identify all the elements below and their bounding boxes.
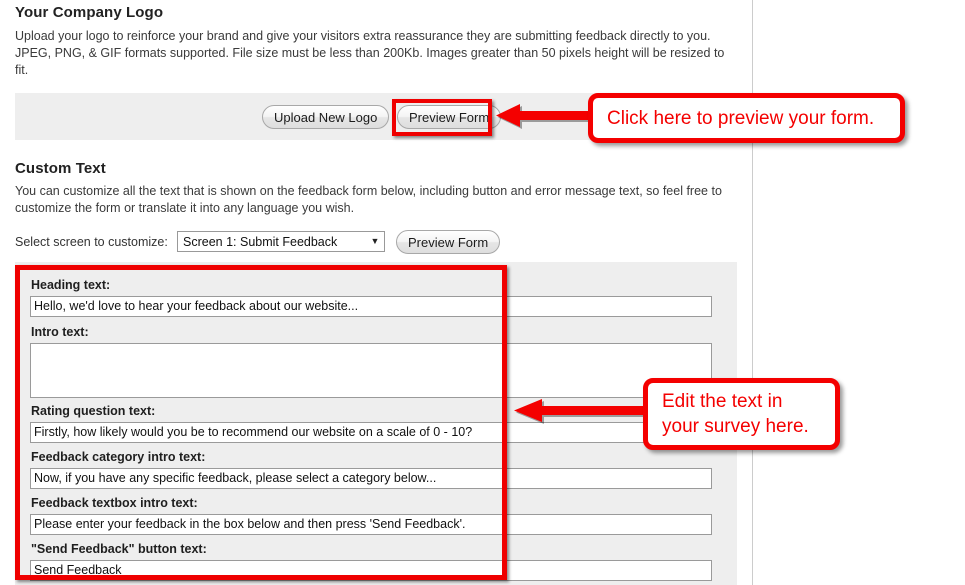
- custom-text-section-title: Custom Text: [15, 160, 106, 177]
- field-input-rating-question-text[interactable]: Firstly, how likely would you be to reco…: [30, 422, 712, 443]
- field-input-send-feedback-button-text[interactable]: Send Feedback: [30, 560, 712, 581]
- callout-preview-form: Click here to preview your form.: [588, 93, 905, 143]
- page-root: Your Company Logo Upload your logo to re…: [0, 0, 965, 585]
- upload-new-logo-button[interactable]: Upload New Logo: [262, 105, 390, 129]
- callout-preview-form-text: Click here to preview your form.: [607, 107, 875, 129]
- preview-form-button-custom-text[interactable]: Preview Form: [396, 230, 501, 254]
- callout-edit-text: Edit the text in your survey here.: [643, 378, 840, 450]
- field-label-intro-text: Intro text:: [31, 325, 89, 339]
- select-screen-label: Select screen to customize:: [15, 235, 168, 249]
- screen-select[interactable]: Screen 1: Submit Feedback ▼: [177, 231, 385, 252]
- preview-form-button-logo[interactable]: Preview Form: [397, 105, 502, 129]
- logo-section-title: Your Company Logo: [15, 4, 164, 21]
- field-label-feedback-category-intro-text: Feedback category intro text:: [31, 450, 206, 464]
- custom-text-fields-panel: Heading text: Hello, we'd love to hear y…: [15, 262, 737, 585]
- screen-select-value: Screen 1: Submit Feedback: [183, 234, 338, 249]
- field-input-feedback-category-intro-text[interactable]: Now, if you have any specific feedback, …: [30, 468, 712, 489]
- chevron-down-icon: ▼: [370, 236, 380, 246]
- field-input-feedback-textbox-intro-text[interactable]: Please enter your feedback in the box be…: [30, 514, 712, 535]
- custom-text-section-description: You can customize all the text that is s…: [15, 184, 722, 215]
- callout-edit-text-text: Edit the text in your survey here.: [662, 391, 809, 437]
- field-label-rating-question-text: Rating question text:: [31, 404, 156, 418]
- logo-section-description: Upload your logo to reinforce your brand…: [15, 29, 725, 77]
- field-input-heading-text[interactable]: Hello, we'd love to hear your feedback a…: [30, 296, 712, 317]
- field-label-feedback-textbox-intro-text: Feedback textbox intro text:: [31, 496, 198, 510]
- field-label-heading-text: Heading text:: [31, 278, 111, 292]
- content-column-divider: [752, 0, 753, 585]
- field-input-intro-text[interactable]: [30, 343, 712, 398]
- field-label-send-feedback-button-text: "Send Feedback" button text:: [31, 542, 207, 556]
